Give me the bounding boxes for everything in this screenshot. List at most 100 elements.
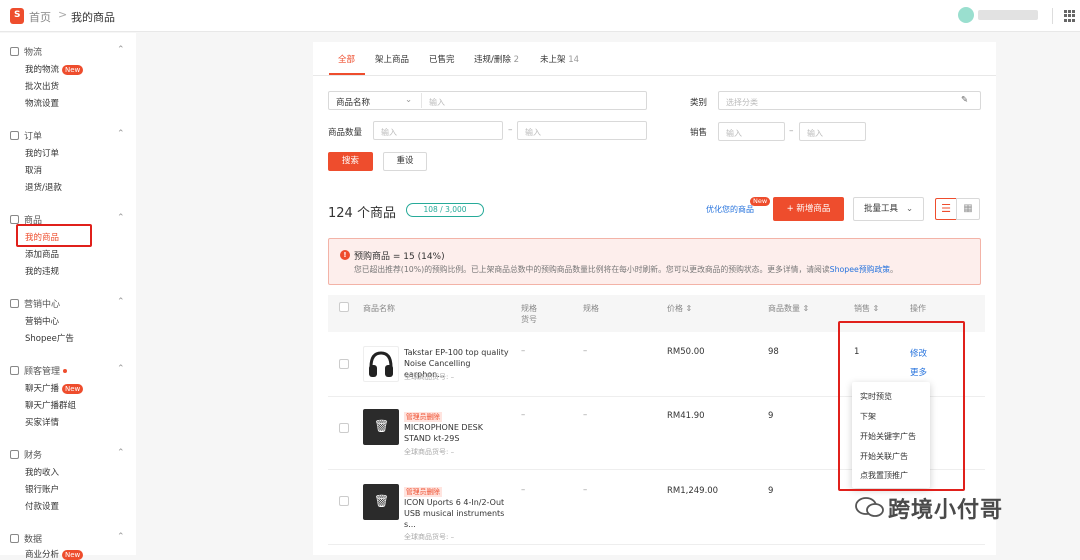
reset-button[interactable]: 重设 xyxy=(383,152,427,171)
tab-all[interactable]: 全部 xyxy=(338,53,355,65)
preorder-policy-link[interactable]: Shopee预购政策 xyxy=(830,265,890,274)
chevron-up-icon[interactable]: ⌃ xyxy=(117,129,125,139)
breadcrumb-home[interactable]: 首页 xyxy=(29,9,51,25)
sort-icon: ⇕ xyxy=(802,304,810,313)
category-label: 类别 xyxy=(690,98,708,108)
sales-min-placeholder: 输入 xyxy=(726,129,742,138)
tab-active-underline xyxy=(329,73,365,75)
tab-violation[interactable]: 违规/删除 2 xyxy=(474,53,519,65)
product-count: 124 个商品 xyxy=(328,206,396,221)
global-sku: 全球商品货号: – xyxy=(404,533,455,541)
sidebar-section-orders[interactable]: 订单 xyxy=(10,129,42,142)
tab-unlisted[interactable]: 未上架 14 xyxy=(540,53,579,65)
product-name[interactable]: 管理员删除 MICROPHONE DESK STAND kt-29S xyxy=(404,411,512,444)
admin-deleted-badge: 管理员删除 xyxy=(404,412,442,422)
sidebar-item-my-orders[interactable]: 我的订单 xyxy=(25,147,59,159)
row-checkbox[interactable] xyxy=(339,359,349,369)
username-blurred[interactable] xyxy=(978,10,1038,20)
plus-icon: + xyxy=(786,204,797,214)
breadcrumb-separator: > xyxy=(58,8,68,21)
warning-icon: ! xyxy=(340,250,350,260)
apps-grid-icon[interactable] xyxy=(1064,10,1076,22)
sidebar-item-cancel[interactable]: 取消 xyxy=(25,164,42,176)
qty-max-placeholder: 输入 xyxy=(525,128,541,137)
sidebar-section-finance[interactable]: 财务 xyxy=(10,448,42,461)
chevron-up-icon[interactable]: ⌃ xyxy=(117,45,125,55)
row-divider xyxy=(328,544,985,545)
product-thumbnail[interactable]: 🗑 xyxy=(363,484,399,520)
sidebar-section-logistics[interactable]: 物流 xyxy=(10,45,42,58)
sidebar-item-business-insights[interactable]: 商业分析 New xyxy=(25,548,84,560)
sidebar-item-shopee-ads[interactable]: Shopee广告 xyxy=(25,332,74,344)
chevron-up-icon[interactable]: ⌃ xyxy=(117,297,125,307)
spec-value: – xyxy=(583,410,588,420)
sidebar-item-batch-ship[interactable]: 批次出货 xyxy=(25,80,59,92)
sidebar-item-payment-settings[interactable]: 付款设置 xyxy=(25,500,59,512)
avatar[interactable] xyxy=(958,7,974,23)
dash: – xyxy=(508,125,513,135)
select-all-checkbox[interactable] xyxy=(339,302,349,312)
chevron-down-icon: ⌄ xyxy=(906,204,914,214)
sidebar-item-my-logistics[interactable]: 我的物流 New xyxy=(25,63,84,75)
chart-icon xyxy=(10,534,19,543)
sidebar-section-marketing[interactable]: 营销中心 xyxy=(10,297,60,310)
sidebar-item-broadcast-groups[interactable]: 聊天广播群组 xyxy=(25,399,76,411)
highlight-box-actions xyxy=(838,321,965,491)
row-checkbox[interactable] xyxy=(339,496,349,506)
search-button[interactable]: 搜索 xyxy=(328,152,373,171)
spec-sku-value: – xyxy=(521,346,526,356)
sidebar-item-logistics-settings[interactable]: 物流设置 xyxy=(25,97,59,109)
product-name[interactable]: 管理员删除 ICON Uports 6 4-In/2-Out USB music… xyxy=(404,486,512,530)
sidebar-section-data[interactable]: 数据 xyxy=(10,532,42,545)
name-select[interactable]: 商品名称 xyxy=(336,96,370,108)
sidebar-item-income[interactable]: 我的收入 xyxy=(25,466,59,478)
sort-icon: ⇕ xyxy=(685,304,693,313)
product-thumbnail[interactable] xyxy=(363,346,399,382)
chevron-down-icon[interactable]: ⌄ xyxy=(405,95,412,105)
col-price[interactable]: 价格 ⇕ xyxy=(667,303,692,314)
product-thumbnail[interactable]: 🗑 xyxy=(363,409,399,445)
list-view-icon[interactable]: ☰ xyxy=(935,198,957,220)
bulk-tools-button[interactable]: 批量工具 ⌄ xyxy=(853,197,924,221)
sidebar-item-violations[interactable]: 我的违规 xyxy=(25,265,59,277)
alert-title: 预购商品 = 15 (14%) xyxy=(354,252,445,262)
new-badge: New xyxy=(62,65,84,75)
tabs-divider xyxy=(313,75,996,76)
global-sku: 全球商品货号: – xyxy=(404,448,455,456)
sidebar-item-returns[interactable]: 退货/退款 xyxy=(25,181,62,193)
sidebar-section-customers[interactable]: 顾客管理 xyxy=(10,364,68,377)
chevron-up-icon[interactable]: ⌃ xyxy=(117,532,125,542)
row-checkbox[interactable] xyxy=(339,423,349,433)
tab-sold-out[interactable]: 已售完 xyxy=(429,53,455,65)
trash-icon: 🗑 xyxy=(374,419,390,433)
watermark-text: 跨境小付哥 xyxy=(888,498,1004,523)
price-value: RM41.90 xyxy=(667,411,705,421)
sidebar-item-buyer-details[interactable]: 买家详情 xyxy=(25,416,59,428)
dash: – xyxy=(789,126,794,136)
add-product-button[interactable]: + 新增商品 xyxy=(773,197,844,221)
grid-view-icon[interactable]: ▦ xyxy=(956,198,980,220)
tab-live[interactable]: 架上商品 xyxy=(375,53,409,65)
col-quantity[interactable]: 商品数量 ⇕ xyxy=(768,303,809,314)
qty-label: 商品数量 xyxy=(328,128,363,138)
col-sales[interactable]: 销售 ⇕ xyxy=(854,303,879,314)
optimize-products-link[interactable]: 优化您的商品 xyxy=(706,204,754,215)
chevron-up-icon[interactable]: ⌃ xyxy=(117,448,125,458)
sidebar-item-chat-broadcast[interactable]: 聊天广播 New xyxy=(25,382,84,394)
col-spec: 规格 xyxy=(583,304,599,313)
category-placeholder[interactable]: 选择分类 xyxy=(726,97,758,108)
sidebar-item-bank-account[interactable]: 银行账户 xyxy=(25,483,59,495)
wechat-icon xyxy=(855,497,884,517)
spec-sku-value: – xyxy=(521,485,526,495)
shopee-logo-icon[interactable]: S xyxy=(10,8,24,24)
product-name-search-field[interactable] xyxy=(328,91,647,110)
qty-value: 98 xyxy=(768,347,779,357)
sidebar-item-add-product[interactable]: 添加商品 xyxy=(25,248,59,260)
chevron-up-icon[interactable]: ⌃ xyxy=(117,213,125,223)
chevron-up-icon[interactable]: ⌃ xyxy=(117,364,125,374)
trash-icon: 🗑 xyxy=(374,494,390,508)
pencil-icon[interactable]: ✎ xyxy=(961,95,968,105)
sidebar-item-marketing-center[interactable]: 营销中心 xyxy=(25,315,59,327)
name-input-placeholder[interactable]: 输入 xyxy=(429,97,445,108)
price-value: RM50.00 xyxy=(667,347,705,357)
